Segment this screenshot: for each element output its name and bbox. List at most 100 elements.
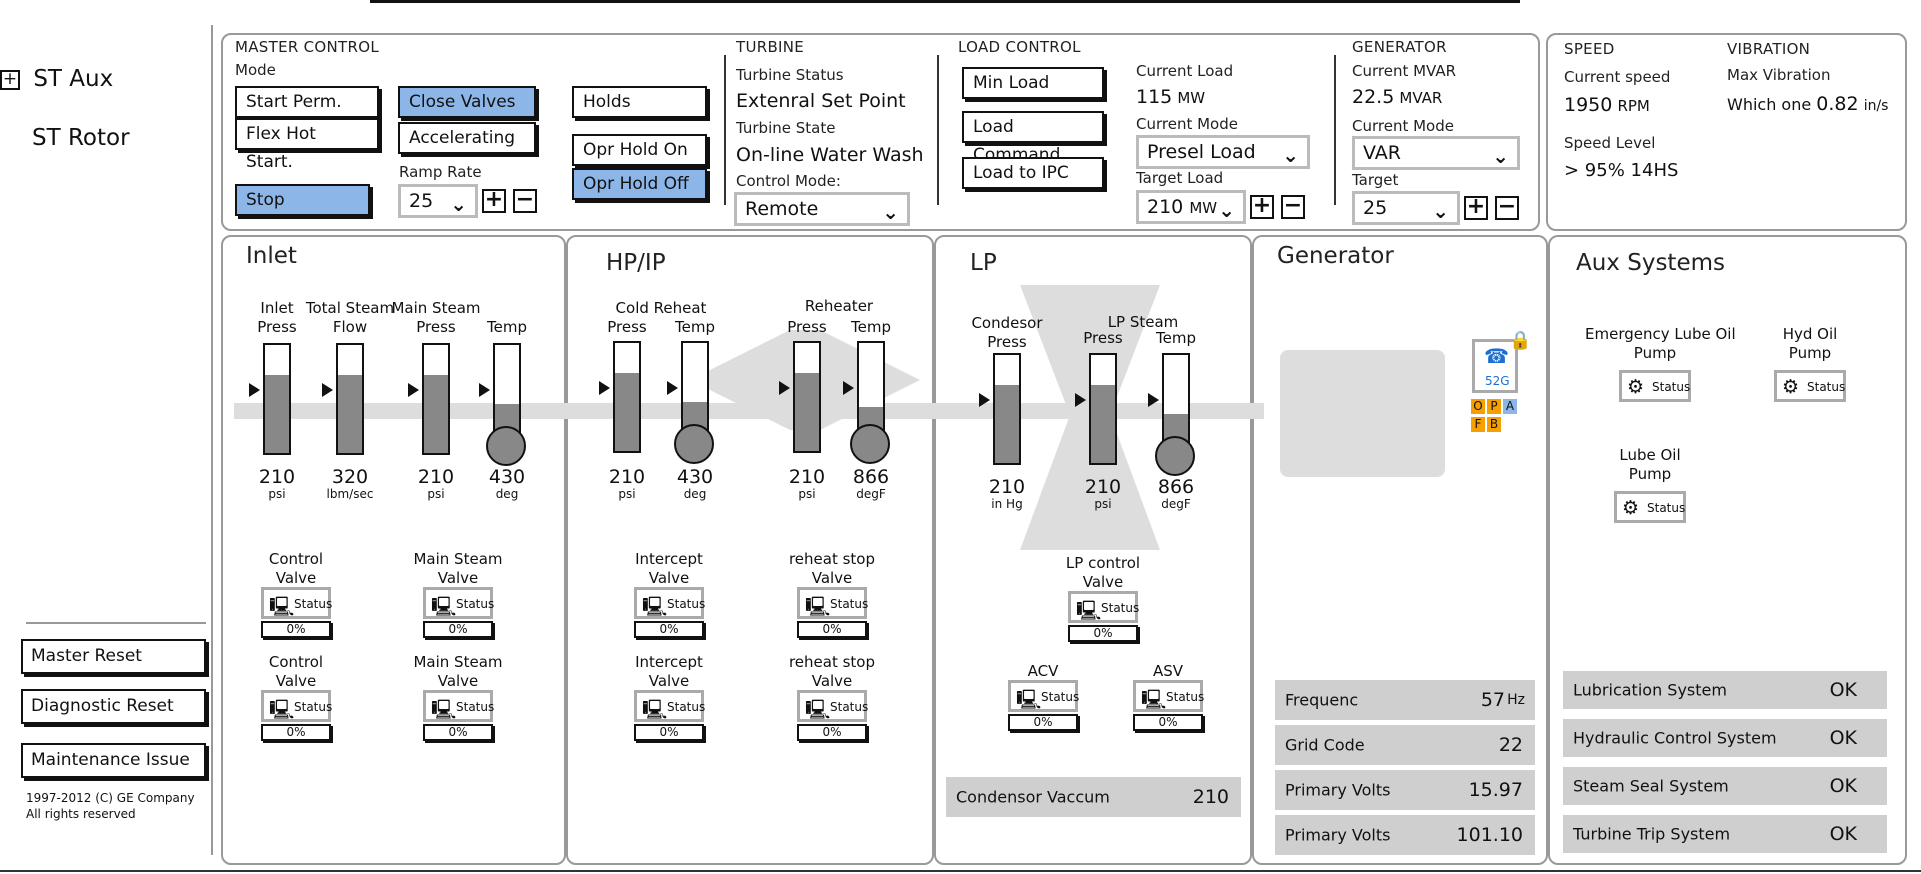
vibration-title: VIBRATION (1727, 40, 1811, 58)
pump-status-button[interactable]: ⚙ Status (1619, 370, 1691, 402)
max-vibration-prefix: Which one (1727, 95, 1812, 114)
status-label: Status (1166, 690, 1205, 704)
gauge-bulb (674, 424, 714, 464)
reading-label: Primary Volts (1285, 780, 1391, 800)
mvar-label: Current MVAR (1352, 62, 1457, 80)
close-valves-button[interactable]: Close Valves (398, 86, 536, 118)
maintenance-issue-button[interactable]: Maintenance Issue (21, 743, 206, 778)
turbine-state-label: Turbine State (736, 119, 836, 137)
turbine-status-label: Turbine Status (736, 66, 844, 84)
target-load-select[interactable]: 210 MW ⌄ (1136, 190, 1246, 224)
pointer-icon (779, 381, 790, 395)
inlet-valve-label: Main Steam (413, 653, 503, 671)
lp-gauge-unit: degF (1161, 497, 1191, 511)
reading-label: Frequenc (1285, 690, 1359, 710)
control-mode-select[interactable]: Remote ⌄ (734, 192, 910, 226)
nav-st-aux[interactable]: + ST Aux (0, 66, 113, 92)
inlet-valve-label: Valve (275, 672, 317, 690)
gen-target-select[interactable]: 25 ⌄ (1352, 191, 1460, 225)
current-speed-value: 1950 (1564, 94, 1613, 116)
speed-vibration-panel (1546, 33, 1907, 231)
target-load-minus-button[interactable]: − (1281, 195, 1305, 219)
speed-level-label: Speed Level (1564, 134, 1656, 152)
opr-hold-off-button[interactable]: Opr Hold Off (572, 168, 707, 200)
inlet-gauge-value: 430 (488, 466, 526, 488)
min-load-button[interactable]: Min Load (962, 67, 1104, 99)
inlet-gauge-value: 210 (417, 466, 455, 488)
control-mode-value: Remote (745, 198, 819, 220)
load-command-button[interactable]: Load Command (962, 111, 1104, 165)
flag-f: F (1471, 417, 1485, 432)
inlet-valve-status-button[interactable]: 🖳 Status (261, 587, 332, 619)
lp-steam-label: LP Steam (1107, 313, 1179, 331)
target-load-plus-button[interactable]: + (1250, 195, 1274, 219)
pump-status-button[interactable]: ⚙ Status (1774, 370, 1846, 402)
diagnostic-reset-button[interactable]: Diagnostic Reset (21, 689, 206, 724)
hpip-valve-label: Intercept (635, 550, 703, 568)
status-label: Status (667, 597, 706, 611)
ramp-minus-button[interactable]: − (513, 189, 537, 213)
status-label: Status (294, 700, 333, 714)
gen-target-plus-button[interactable]: + (1464, 196, 1488, 220)
current-speed-label: Current speed (1564, 68, 1671, 86)
speed-title: SPEED (1564, 40, 1615, 58)
reading-value: 57 (1480, 689, 1505, 711)
chevron-down-icon: ⌄ (882, 200, 899, 224)
lp-valve-status-button[interactable]: 🖳 Status (1008, 680, 1079, 712)
gen-mode-select[interactable]: VAR ⌄ (1352, 136, 1520, 170)
hpip-valve-status-button[interactable]: 🖳 Status (797, 690, 868, 722)
hpip-valve-status-button[interactable]: 🖳 Status (797, 587, 868, 619)
hpip-valve-percent: 0% (797, 724, 867, 741)
chevron-down-icon: ⌄ (450, 192, 467, 216)
gen-target-minus-button[interactable]: − (1495, 196, 1519, 220)
system-status: OK (1829, 727, 1857, 749)
accelerating-button[interactable]: Accelerating (398, 122, 536, 154)
lp-valve-label: LP control (1065, 554, 1141, 572)
status-label: Status (1652, 380, 1691, 394)
generator-reading-row: Primary Volts 15.97 (1275, 770, 1535, 810)
flag-b: B (1487, 417, 1501, 432)
opr-hold-on-button[interactable]: Opr Hold On (572, 134, 707, 166)
ramp-plus-button[interactable]: + (482, 189, 506, 213)
holds-button[interactable]: Holds (572, 86, 707, 118)
inlet-valve-label: Main Steam (413, 550, 503, 568)
ramp-rate-select[interactable]: 25 ⌄ (398, 184, 478, 218)
current-load-value: 115 (1136, 86, 1173, 108)
hpip-gauge-value: 210 (608, 466, 646, 488)
nav-st-rotor[interactable]: ST Rotor (32, 125, 130, 151)
hpip-gauge (857, 341, 885, 436)
chevron-down-icon: ⌄ (1282, 143, 1299, 167)
turbine-title: TURBINE (736, 38, 805, 56)
generator-title: Generator (1277, 243, 1394, 269)
aux-system-row: Steam Seal System OK (1563, 767, 1887, 805)
inlet-valve-status-button[interactable]: 🖳 Status (261, 690, 333, 722)
load-to-ipc-button[interactable]: Load to IPC (962, 157, 1104, 189)
stop-button[interactable]: Stop (235, 184, 370, 216)
hpip-valve-label: Valve (648, 569, 690, 587)
inlet-gauge-value: 320 (331, 466, 369, 488)
start-perm-button[interactable]: Start Perm. (235, 86, 379, 118)
expand-icon[interactable]: + (0, 69, 20, 90)
lp-valve-status-button[interactable]: 🖳 Status (1068, 591, 1139, 623)
inlet-valve-status-button[interactable]: 🖳 Status (423, 587, 494, 619)
inlet-valve-label: Valve (437, 569, 479, 587)
lp-title: LP (970, 250, 997, 276)
pointer-icon (599, 381, 610, 395)
ramp-rate-label: Ramp Rate (399, 163, 482, 181)
status-label: Status (456, 700, 495, 714)
hpip-valve-status-button[interactable]: 🖳 Status (634, 587, 706, 619)
flex-hot-start-button[interactable]: Flex Hot Start. (235, 118, 379, 172)
hpip-valve-status-button[interactable]: 🖳 Status (634, 690, 705, 722)
lp-valve-status-button[interactable]: 🖳 Status (1133, 680, 1205, 712)
vacuum-value: 210 (1192, 786, 1229, 808)
gauge-fill (795, 373, 819, 451)
hpip-valve-label: Valve (811, 569, 853, 587)
current-mode-select[interactable]: Presel Load ⌄ (1136, 135, 1310, 169)
current-load-unit: MW (1177, 89, 1206, 107)
inlet-gauge (422, 343, 450, 455)
pump-status-button[interactable]: ⚙ Status (1614, 491, 1686, 523)
inlet-valve-status-button[interactable]: 🖳 Status (423, 690, 495, 722)
master-reset-button[interactable]: Master Reset (21, 639, 206, 674)
pump-label: Emergency Lube Oil Pump (1585, 325, 1736, 362)
inlet-valve-label: Control (268, 653, 324, 671)
